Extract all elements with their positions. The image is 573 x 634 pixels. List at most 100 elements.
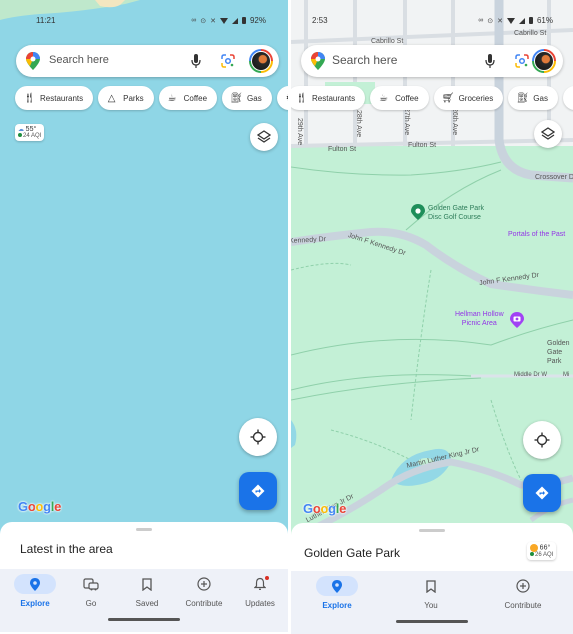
map-canvas[interactable]: Cabrillo St Cabrillo St 29th Ave 28th Av… <box>291 0 573 540</box>
directions-icon <box>251 484 265 498</box>
profile-avatar[interactable] <box>249 49 273 73</box>
street-label: Cabrillo St <box>514 30 547 37</box>
signal-icon <box>518 17 525 24</box>
chip-groceries[interactable]: 🛒︎ Groceries <box>433 86 504 110</box>
search-bar[interactable]: Search here <box>16 45 279 77</box>
area-label-golden-gate-park: Golden Gate Park <box>547 340 570 365</box>
more-category-icon: ⚙ <box>285 93 288 104</box>
weather-widget[interactable]: 66° 26 AQI <box>527 542 557 560</box>
aqi-indicator <box>530 552 534 556</box>
bottom-navigation: Explore You Contribute <box>291 571 573 634</box>
profile-avatar[interactable] <box>532 49 556 73</box>
google-lens-icon[interactable] <box>221 54 235 68</box>
poi-hellman-hollow[interactable]: Hellman Hollow Picnic Area <box>455 310 504 328</box>
nav-contribute[interactable]: Contribute <box>497 571 549 615</box>
nav-saved[interactable]: Saved <box>125 569 169 613</box>
bottom-sheet[interactable]: Golden Gate Park 66° 26 AQI <box>291 523 573 573</box>
status-bar: 11:21 ∞ ⊙ ✕ 92% <box>0 14 288 28</box>
my-location-button[interactable] <box>523 421 561 459</box>
google-maps-logo-icon <box>26 52 40 70</box>
search-input[interactable]: Search here <box>49 54 109 66</box>
chip-restaurants[interactable]: 🍴︎ Restaurants <box>15 86 94 110</box>
chip-parks[interactable]: △ Parks <box>98 86 154 110</box>
bookmark-icon <box>142 577 152 591</box>
map-canvas[interactable] <box>0 0 288 540</box>
sheet-drag-handle[interactable] <box>136 528 152 531</box>
camera-poi-icon[interactable] <box>510 312 524 328</box>
nav-contribute[interactable]: Contribute <box>178 569 230 613</box>
crosshair-icon <box>534 432 550 448</box>
weather-widget[interactable]: ☁ 55° 24 AQI <box>15 124 45 141</box>
search-input[interactable]: Search here <box>332 53 397 67</box>
microphone-icon[interactable] <box>484 53 496 69</box>
layers-button[interactable] <box>250 123 278 151</box>
search-bar[interactable]: Search here <box>301 45 563 77</box>
add-circle-icon <box>197 577 211 591</box>
wifi-icon <box>219 17 228 24</box>
directions-button[interactable] <box>239 472 277 510</box>
microphone-icon[interactable] <box>190 53 202 69</box>
mute-icon: ✕ <box>210 17 216 25</box>
chip-gas[interactable]: ⛽︎ Gas <box>508 86 558 110</box>
chip-coffee[interactable]: ☕︎ Coffee <box>158 86 218 110</box>
chip-more[interactable] <box>562 86 573 110</box>
street-label: 29th Ave <box>296 118 303 146</box>
nav-updates[interactable]: Updates <box>238 569 282 613</box>
chip-coffee[interactable]: ☕︎ Coffee <box>370 86 429 110</box>
chip-more[interactable]: ⚙ <box>276 86 288 110</box>
nav-you[interactable]: You <box>409 571 453 615</box>
coffee-icon: ☕︎ <box>379 92 389 104</box>
nav-explore[interactable]: Explore <box>13 569 57 613</box>
status-bar: 2:53 ∞ ⊙ ✕ 61% <box>291 14 573 28</box>
sheet-title: Latest in the area <box>20 542 113 556</box>
layers-icon <box>541 127 555 140</box>
home-gesture-bar[interactable] <box>396 620 468 623</box>
link-icon: ∞ <box>191 17 197 24</box>
wifi-icon <box>506 17 515 24</box>
layers-icon <box>257 130 271 143</box>
google-lens-icon[interactable] <box>515 54 529 68</box>
commute-icon <box>83 577 99 590</box>
poi-portals-of-the-past[interactable]: Portals of the Past <box>508 230 565 239</box>
left-phone-screen: 11:21 ∞ ⊙ ✕ 92% Search here 🍴︎ Restauran… <box>0 0 288 634</box>
google-watermark: Google <box>18 499 62 514</box>
home-gesture-bar[interactable] <box>108 618 180 621</box>
my-location-button[interactable] <box>239 418 277 456</box>
bottom-sheet[interactable]: Latest in the area <box>0 522 288 570</box>
sun-icon <box>530 544 538 552</box>
restaurant-icon: 🍴︎ <box>23 92 36 104</box>
chip-gas[interactable]: ⛽︎ Gas <box>222 86 272 110</box>
street-label: 27th Ave <box>403 108 410 136</box>
coffee-icon: ☕︎ <box>167 92 177 104</box>
nav-explore[interactable]: Explore <box>315 571 359 615</box>
nav-go[interactable]: Go <box>69 569 113 613</box>
directions-icon <box>535 486 549 500</box>
street-label: 28th Ave <box>355 110 362 138</box>
mute-icon: ✕ <box>497 17 503 25</box>
link-icon: ∞ <box>478 17 484 24</box>
status-time: 11:21 <box>36 16 56 25</box>
notification-badge <box>265 576 269 580</box>
battery-percent: 61% <box>536 16 553 25</box>
park-icon: △ <box>107 92 116 104</box>
street-label: Cabrillo St <box>371 38 404 45</box>
directions-button[interactable] <box>523 474 561 512</box>
sheet-drag-handle[interactable] <box>419 529 445 532</box>
battery-icon <box>528 17 533 24</box>
google-maps-logo-icon <box>311 52 325 70</box>
battery-icon <box>241 17 246 24</box>
restaurant-icon: 🍴︎ <box>295 92 308 104</box>
aqi-indicator <box>18 133 22 137</box>
park-pin-icon[interactable] <box>411 204 425 220</box>
layers-button[interactable] <box>534 120 562 148</box>
chip-restaurants[interactable]: 🍴︎ Restaurants <box>291 86 366 110</box>
right-phone-screen: Cabrillo St Cabrillo St 29th Ave 28th Av… <box>291 0 573 634</box>
crosshair-icon <box>250 429 266 445</box>
status-icons: ∞ ⊙ ✕ 61% <box>478 16 553 25</box>
cart-icon: 🛒︎ <box>441 92 455 104</box>
category-chips: 🍴︎ Restaurants ☕︎ Coffee 🛒︎ Groceries ⛽︎ Gas <box>291 86 573 110</box>
map-water-area <box>0 0 288 540</box>
bell-icon <box>254 577 266 590</box>
category-chips: 🍴︎Restaurants △Parks ☕︎Coffee ⛽︎Gas ⚙ <box>15 86 288 110</box>
poi-disc-golf[interactable]: Golden Gate Park Disc Golf Course <box>428 204 484 222</box>
